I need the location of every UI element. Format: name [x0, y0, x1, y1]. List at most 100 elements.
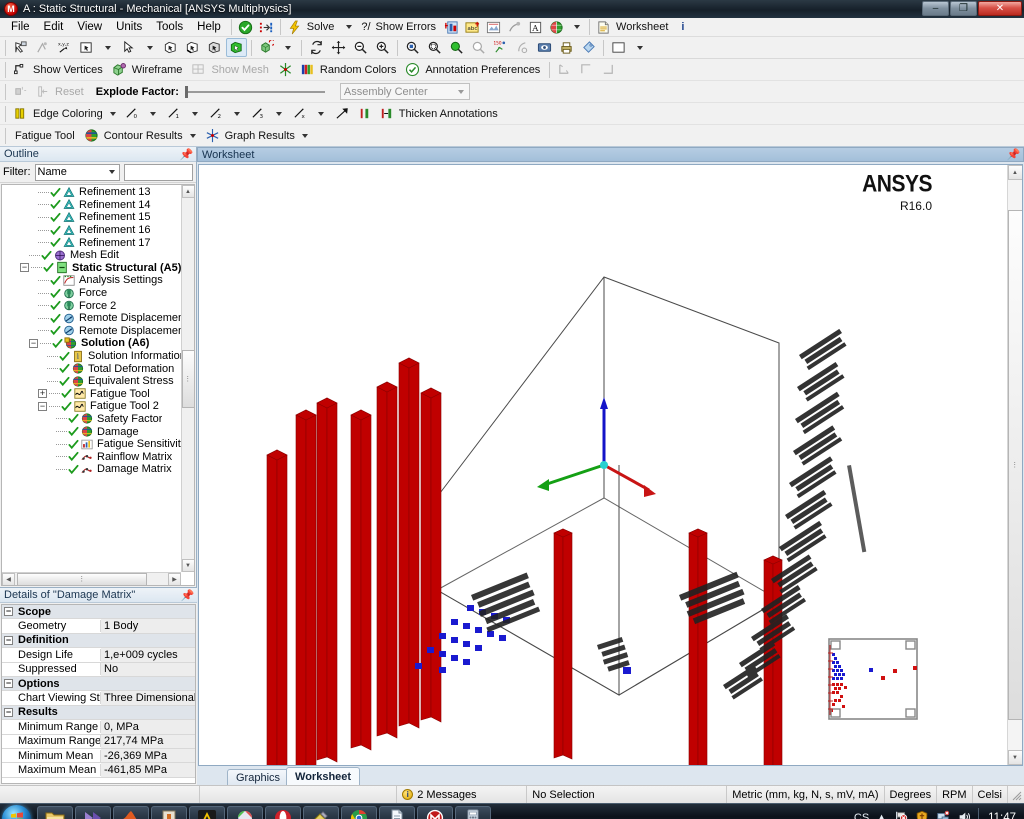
file-explorer-icon[interactable] — [37, 806, 73, 819]
worksheet-button[interactable]: Worksheet — [593, 18, 673, 37]
details-row[interactable]: Minimum Range 0, MPa — [2, 720, 195, 735]
details-property-value[interactable]: Three Dimensional — [101, 691, 195, 705]
edge-style-1-dropdown[interactable] — [186, 104, 205, 123]
pick-mode-icon[interactable] — [118, 38, 139, 57]
menu-view[interactable]: View — [70, 19, 109, 35]
scroll-up-arrow[interactable]: ▲ — [1007, 165, 1022, 180]
rotate-icon[interactable] — [306, 38, 327, 57]
tree-item-remote-displacement[interactable]: Remote Displacement — [2, 312, 181, 325]
tree-item-refinement-14[interactable]: Refinement 14 — [2, 199, 181, 212]
edge-style-x-icon[interactable]: x — [290, 104, 311, 123]
scroll-down-arrow[interactable]: ▼ — [181, 559, 194, 572]
details-expander-cell[interactable]: − — [2, 635, 15, 645]
tree-item-solution-a6[interactable]: − Solution (A6) — [2, 337, 181, 350]
tree-expand-toggle[interactable]: + — [38, 389, 47, 399]
details-property-value[interactable]: 1,e+009 cycles — [101, 648, 195, 662]
check-ok-icon[interactable] — [235, 18, 256, 37]
outline-vertical-scrollbar[interactable]: ▲ ⋮ ▼ — [181, 185, 194, 572]
tree-item-fatigue-tool-2[interactable]: − Fatigue Tool 2 — [2, 400, 181, 413]
tree-item-solution-information[interactable]: i Solution Information — [2, 350, 181, 363]
tree-item-total-deformation[interactable]: Total Deformation — [2, 362, 181, 375]
details-group-row[interactable]: − Definition — [2, 633, 195, 649]
scroll-up-arrow[interactable]: ▲ — [181, 185, 194, 198]
show-errors-button[interactable]: ?/ Show Errors — [358, 18, 441, 37]
explode-assembly-icon[interactable] — [10, 82, 31, 101]
annotation-preferences-button[interactable]: Annotation Preferences — [402, 60, 545, 79]
iso-view-icon[interactable]: 150 — [490, 38, 511, 57]
edge-style-1-icon[interactable]: 1 — [164, 104, 185, 123]
details-expander-cell[interactable]: − — [2, 607, 15, 617]
set-view-icon[interactable] — [512, 38, 533, 57]
explode-reset-button[interactable]: Reset — [32, 82, 89, 101]
details-row[interactable]: Geometry 1 Body — [2, 619, 195, 634]
edge-style-2-dropdown[interactable] — [228, 104, 247, 123]
select-by-id-icon[interactable] — [10, 38, 31, 57]
close-button[interactable]: ✕ — [978, 1, 1022, 16]
edge-select-icon[interactable] — [182, 38, 203, 57]
slider-thumb[interactable] — [184, 85, 188, 98]
tree-item-remote-displacement-2[interactable]: Remote Displacement 2 — [2, 325, 181, 338]
details-collapse-toggle[interactable]: − — [4, 635, 13, 645]
outline-horizontal-scrollbar[interactable]: ◀ ⋮ ▶ — [2, 572, 181, 585]
edge-star-icon[interactable] — [275, 60, 296, 79]
axis-icon[interactable]: x,y,z — [54, 38, 75, 57]
contour-results-button[interactable]: Contour Results — [81, 126, 201, 145]
new-chart-icon[interactable] — [441, 18, 462, 37]
photo-app-icon[interactable] — [227, 806, 263, 819]
filter-select[interactable]: Name — [34, 163, 120, 181]
windows-start-icon[interactable] — [2, 804, 31, 819]
label-icon[interactable] — [32, 38, 53, 57]
rotate-dropdown[interactable] — [278, 38, 297, 57]
outline-tree[interactable]: Refinement 13 Refinement 14 Refinement 15 R… — [2, 185, 181, 572]
calculator-icon[interactable] — [455, 806, 491, 819]
wireframe-button[interactable]: Wireframe — [109, 60, 188, 79]
menu-tools[interactable]: Tools — [149, 19, 190, 35]
vertex-select-icon[interactable] — [160, 38, 181, 57]
tree-item-equivalent-stress[interactable]: Equivalent Stress — [2, 375, 181, 388]
details-collapse-toggle[interactable]: − — [4, 607, 13, 617]
minimize-button[interactable]: – — [922, 1, 949, 16]
details-row[interactable]: Suppressed No — [2, 662, 195, 677]
show-vertices-button[interactable]: Show Vertices — [10, 60, 108, 79]
menu-file[interactable]: File — [4, 19, 37, 35]
document-icon[interactable] — [379, 806, 415, 819]
tree-item-refinement-16[interactable]: Refinement 16 — [2, 224, 181, 237]
tree-item-force-2[interactable]: Force 2 — [2, 299, 181, 312]
opera-icon[interactable] — [265, 806, 301, 819]
tree-item-analysis-settings[interactable]: Analysis Settings — [2, 274, 181, 287]
assembly-center-select[interactable]: Assembly Center — [339, 83, 470, 100]
details-collapse-toggle[interactable]: − — [4, 707, 13, 717]
tree-collapse-toggle[interactable]: − — [29, 338, 38, 348]
tag-icon[interactable] — [578, 38, 599, 57]
annotation-icon[interactable]: A — [525, 18, 546, 37]
mail-icon[interactable] — [417, 806, 453, 819]
details-row[interactable]: Maximum Range 217,74 MPa — [2, 734, 195, 749]
face-select-icon[interactable] — [204, 38, 225, 57]
details-property-value[interactable]: 1 Body — [101, 619, 195, 633]
tree-item-fatigue-sensitivity[interactable]: Fatigue Sensitivity — [2, 438, 181, 451]
scroll-thumb[interactable]: ⋮ — [1007, 210, 1022, 720]
tree-item-refinement-15[interactable]: Refinement 15 — [2, 211, 181, 224]
edge-style-2-icon[interactable]: 2 — [206, 104, 227, 123]
solve-button[interactable]: Solve — [284, 18, 340, 37]
details-row[interactable]: Design Life 1,e+009 cycles — [2, 648, 195, 663]
tree-item-damage[interactable]: Damage — [2, 425, 181, 438]
details-collapse-toggle[interactable]: − — [4, 679, 13, 689]
scroll-thumb[interactable]: ⋮ — [181, 350, 194, 408]
details-property-value[interactable]: -461,85 MPa — [101, 763, 195, 777]
edge-coloring-button[interactable]: Edge Coloring — [10, 104, 121, 123]
probe-3-icon[interactable] — [598, 60, 619, 79]
details-table[interactable]: − Scope Geometry 1 Body − Definition Design Li… — [1, 604, 196, 784]
details-expander-cell[interactable]: − — [2, 679, 15, 689]
tree-item-force[interactable]: Force — [2, 287, 181, 300]
pick-mode-dropdown[interactable] — [140, 38, 159, 57]
pin-icon[interactable]: 📌 — [1007, 149, 1021, 161]
graph-results-button[interactable]: Graph Results — [202, 126, 313, 145]
body-select-icon[interactable] — [226, 38, 247, 57]
viewports-icon[interactable] — [534, 38, 555, 57]
scroll-thumb-h[interactable]: ⋮ — [17, 572, 147, 585]
tab-worksheet[interactable]: Worksheet — [286, 767, 361, 785]
tree-item-safety-factor[interactable]: Safety Factor — [2, 413, 181, 426]
window-layout-icon[interactable] — [608, 38, 629, 57]
chevron-up-icon[interactable]: ▲ — [876, 812, 887, 819]
